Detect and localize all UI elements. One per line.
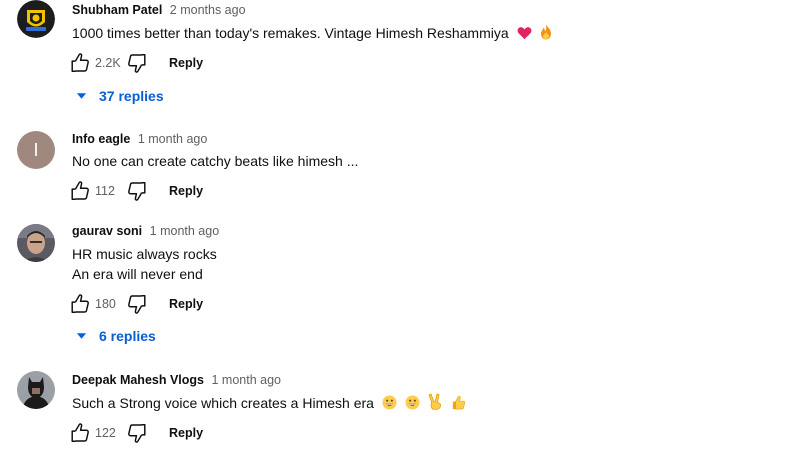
- avatar[interactable]: [17, 224, 55, 262]
- avatar[interactable]: [17, 371, 55, 409]
- author-name[interactable]: Info eagle: [72, 132, 130, 146]
- thumbs-up-icon: [69, 422, 91, 444]
- dislike-button[interactable]: [125, 179, 149, 203]
- thumbs-up-icon: [69, 293, 91, 315]
- reply-button[interactable]: Reply: [169, 56, 203, 70]
- avatar[interactable]: [17, 0, 55, 38]
- avatar-letter: I: [33, 139, 39, 160]
- author-name[interactable]: gaurav soni: [72, 224, 142, 238]
- comment-actions: 122 Reply: [68, 421, 203, 445]
- author-name[interactable]: Shubham Patel: [72, 3, 162, 17]
- victory-hand-emoji-icon: [428, 393, 443, 415]
- thumbs-down-icon: [126, 422, 148, 444]
- dislike-button[interactable]: [125, 421, 149, 445]
- thumbs-up-icon: [69, 52, 91, 74]
- like-button[interactable]: [68, 51, 92, 75]
- like-count: 180: [95, 297, 116, 311]
- comment-text: 1000 times better than today's remakes. …: [72, 23, 553, 45]
- comment-text-line: An era will never end: [72, 266, 203, 282]
- author-name[interactable]: Deepak Mahesh Vlogs: [72, 373, 204, 387]
- fire-emoji-icon: [539, 24, 553, 45]
- comment-header: gaurav soni 1 month ago: [72, 224, 219, 238]
- heart-emoji-icon: [517, 25, 532, 45]
- comment-text: Such a Strong voice which creates a Hime…: [72, 393, 466, 415]
- profile-photo-icon: [17, 371, 55, 409]
- comment-text-body: Such a Strong voice which creates a Hime…: [72, 395, 374, 411]
- view-replies-button[interactable]: 6 replies: [76, 328, 156, 344]
- thumbs-up-emoji-icon: [451, 395, 466, 415]
- reply-button[interactable]: Reply: [169, 297, 203, 311]
- thumbs-down-icon: [126, 52, 148, 74]
- thumbs-down-icon: [126, 293, 148, 315]
- channel-logo-icon: [17, 0, 55, 38]
- comment-timestamp[interactable]: 2 months ago: [170, 3, 246, 17]
- profile-photo-icon: [17, 224, 55, 262]
- replies-count-label: 37 replies: [99, 88, 164, 104]
- comment-timestamp[interactable]: 1 month ago: [150, 224, 220, 238]
- like-count: 122: [95, 426, 116, 440]
- reply-button[interactable]: Reply: [169, 426, 203, 440]
- caret-down-icon: [76, 92, 87, 100]
- dislike-button[interactable]: [125, 51, 149, 75]
- like-count: 2.2K: [95, 56, 121, 70]
- thumbs-down-icon: [126, 180, 148, 202]
- avatar[interactable]: I: [17, 131, 55, 169]
- thumbs-up-icon: [69, 180, 91, 202]
- dislike-button[interactable]: [125, 292, 149, 316]
- comment-text-line: HR music always rocks: [72, 246, 217, 262]
- comment-actions: 112 Reply: [68, 179, 203, 203]
- comment-actions: 2.2K Reply: [68, 51, 203, 75]
- like-button[interactable]: [68, 292, 92, 316]
- like-button[interactable]: [68, 179, 92, 203]
- reply-button[interactable]: Reply: [169, 184, 203, 198]
- comment-timestamp[interactable]: 1 month ago: [138, 132, 208, 146]
- caret-down-icon: [76, 332, 87, 340]
- comment-header: Info eagle 1 month ago: [72, 132, 207, 146]
- like-button[interactable]: [68, 421, 92, 445]
- comment-header: Shubham Patel 2 months ago: [72, 3, 246, 17]
- comment-text: No one can create catchy beats like hime…: [72, 153, 359, 169]
- comment-header: Deepak Mahesh Vlogs 1 month ago: [72, 373, 281, 387]
- grinning-face-emoji-icon: [405, 395, 420, 415]
- like-count: 112: [95, 184, 115, 198]
- view-replies-button[interactable]: 37 replies: [76, 88, 164, 104]
- replies-count-label: 6 replies: [99, 328, 156, 344]
- comment-actions: 180 Reply: [68, 292, 203, 316]
- grinning-face-emoji-icon: [382, 395, 397, 415]
- comment-timestamp[interactable]: 1 month ago: [211, 373, 281, 387]
- comment-text-body: 1000 times better than today's remakes. …: [72, 25, 509, 41]
